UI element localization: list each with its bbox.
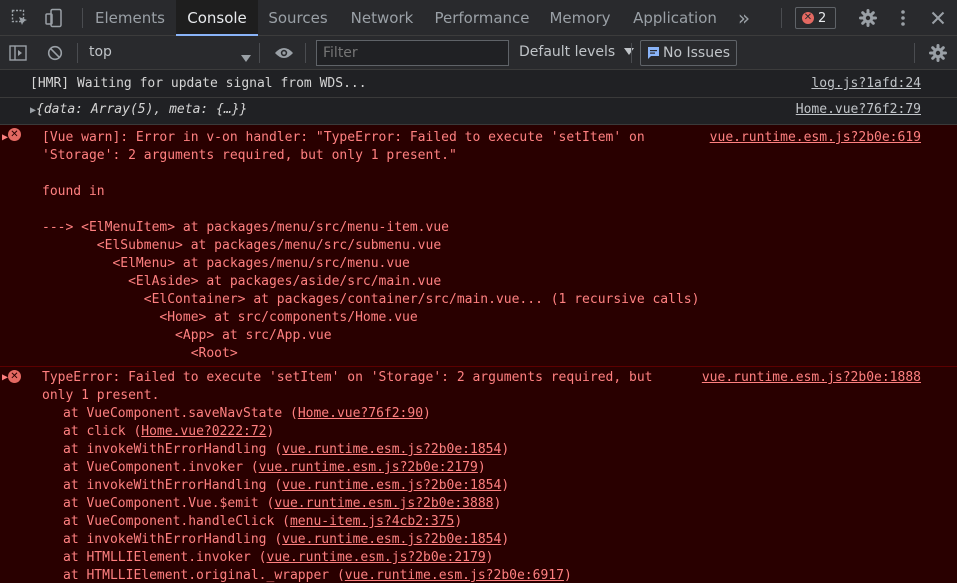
stack-frame-link[interactable]: Home.vue?76f2:90: [298, 406, 423, 421]
stack-frame: at VueComponent.invoker (vue.runtime.esm…: [63, 460, 486, 475]
console-error-message: ✕ ▶ TypeError: Failed to execute 'setItem…: [0, 367, 957, 583]
toolbar-divider: [77, 43, 78, 63]
stack-frame: at VueComponent.saveNavState (Home.vue?7…: [63, 406, 431, 421]
toolbar-divider: [914, 43, 915, 63]
tabbar-divider: [781, 8, 782, 28]
stack-frame-function: VueComponent.handleClick: [86, 514, 275, 529]
stack-frame-link[interactable]: vue.runtime.esm.js?2b0e:1854: [282, 442, 501, 457]
filter-input[interactable]: [316, 40, 509, 66]
type-error-text: TypeError: Failed to execute 'setItem' o…: [42, 370, 653, 403]
stack-frame-function: click: [86, 424, 126, 439]
stack-trace: at VueComponent.saveNavState (Home.vue?7…: [0, 405, 957, 583]
issues-label: No Issues: [663, 45, 730, 61]
console-error-message: ✕ ▶ [Vue warn]: Error in v-on handler: "T…: [0, 125, 957, 367]
source-link[interactable]: Home.vue?76f2:79: [796, 101, 921, 119]
source-link[interactable]: vue.runtime.esm.js?2b0e:1888: [702, 369, 921, 387]
stack-frame: at HTMLLIElement.invoker (vue.runtime.es…: [63, 550, 494, 565]
console-log-message: ▶{data: Array(5), meta: {…}} Home.vue?76…: [0, 98, 957, 125]
stack-frame-function: HTMLLIElement.original._wrapper: [86, 568, 330, 583]
console-toolbar: top Default levels No Issues: [0, 36, 957, 70]
tab-memory[interactable]: Memory: [538, 0, 622, 36]
console-output: [HMR] Waiting for update signal from WDS…: [0, 70, 957, 583]
stack-frame-link[interactable]: vue.runtime.esm.js?2b0e:3888: [274, 496, 493, 511]
log-levels-dropdown[interactable]: Default levels: [519, 44, 634, 60]
log-levels-label: Default levels: [519, 44, 616, 60]
toolbar-divider: [259, 43, 260, 63]
expand-triangle-icon[interactable]: ▶: [2, 129, 8, 147]
tabbar-divider: [82, 8, 83, 28]
stack-frame: at VueComponent.Vue.$emit (vue.runtime.e…: [63, 496, 502, 511]
error-icon: ✕: [802, 12, 814, 24]
stack-frame-link[interactable]: vue.runtime.esm.js?2b0e:1854: [282, 532, 501, 547]
tab-console[interactable]: Console: [176, 0, 258, 36]
stack-frame-link[interactable]: menu-item.js?4cb2:375: [290, 514, 454, 529]
tab-network[interactable]: Network: [338, 0, 426, 36]
issues-button[interactable]: No Issues: [640, 40, 737, 66]
chevron-down-icon: [623, 48, 634, 55]
stack-frame: at VueComponent.handleClick (menu-item.j…: [63, 514, 463, 529]
show-sidebar-icon[interactable]: [6, 36, 30, 70]
stack-frame-link[interactable]: vue.runtime.esm.js?2b0e:6917: [345, 568, 564, 583]
tab-performance[interactable]: Performance: [426, 0, 538, 36]
stack-frame-link[interactable]: vue.runtime.esm.js?2b0e:2179: [259, 460, 478, 475]
tab-sources[interactable]: Sources: [258, 0, 338, 36]
clear-console-icon[interactable]: [43, 36, 67, 70]
console-log-message: [HMR] Waiting for update signal from WDS…: [0, 70, 957, 98]
tab-application[interactable]: Application: [626, 0, 724, 36]
stack-frame: at invokeWithErrorHandling (vue.runtime.…: [63, 532, 510, 547]
stack-frame: at click (Home.vue?0222:72): [63, 424, 275, 439]
stack-frame-link[interactable]: vue.runtime.esm.js?2b0e:1854: [282, 478, 501, 493]
vue-warn-text: [Vue warn]: Error in v-on handler: "Type…: [42, 130, 700, 361]
stack-frame-function: VueComponent.Vue.$emit: [86, 496, 259, 511]
console-settings-gear-icon[interactable]: [926, 36, 950, 70]
issues-message-icon: [648, 47, 659, 59]
live-expression-eye-icon[interactable]: [272, 36, 296, 70]
stack-frame-link[interactable]: vue.runtime.esm.js?2b0e:2179: [267, 550, 486, 565]
stack-frame: at invokeWithErrorHandling (vue.runtime.…: [63, 478, 510, 493]
tab-elements[interactable]: Elements: [86, 0, 174, 36]
source-link[interactable]: vue.runtime.esm.js?2b0e:619: [710, 129, 921, 147]
toolbar-divider: [631, 43, 632, 63]
context-dropdown-arrow-icon[interactable]: [241, 48, 251, 67]
stack-frame-function: HTMLLIElement.invoker: [86, 550, 251, 565]
object-preview[interactable]: {data: Array(5), meta: {…}}: [36, 102, 247, 117]
context-selector-value[interactable]: top: [89, 44, 112, 60]
stack-frame-function: invokeWithErrorHandling: [86, 532, 267, 547]
settings-gear-icon[interactable]: [856, 0, 880, 36]
stack-frame: at HTMLLIElement.original._wrapper (vue.…: [63, 568, 572, 583]
stack-frame-link[interactable]: Home.vue?0222:72: [141, 424, 266, 439]
stack-frame-function: VueComponent.invoker: [86, 460, 244, 475]
stack-frame-function: invokeWithErrorHandling: [86, 478, 267, 493]
stack-frame-function: invokeWithErrorHandling: [86, 442, 267, 457]
stack-frame-function: VueComponent.saveNavState: [86, 406, 283, 421]
close-devtools-icon[interactable]: [926, 0, 950, 36]
device-toolbar-icon[interactable]: [42, 0, 66, 36]
error-count: 2: [818, 10, 827, 26]
error-count-badge[interactable]: ✕ 2: [795, 7, 836, 29]
expand-triangle-icon[interactable]: ▶: [2, 369, 8, 387]
customize-menu-icon[interactable]: [891, 0, 915, 36]
toolbar-divider: [305, 43, 306, 63]
source-link[interactable]: log.js?1afd:24: [811, 75, 921, 93]
inspect-element-icon[interactable]: [8, 0, 32, 36]
more-tabs-button[interactable]: »: [730, 0, 758, 36]
devtools-tabbar: Elements Console Sources Network Perform…: [0, 0, 957, 36]
stack-frame: at invokeWithErrorHandling (vue.runtime.…: [63, 442, 510, 457]
